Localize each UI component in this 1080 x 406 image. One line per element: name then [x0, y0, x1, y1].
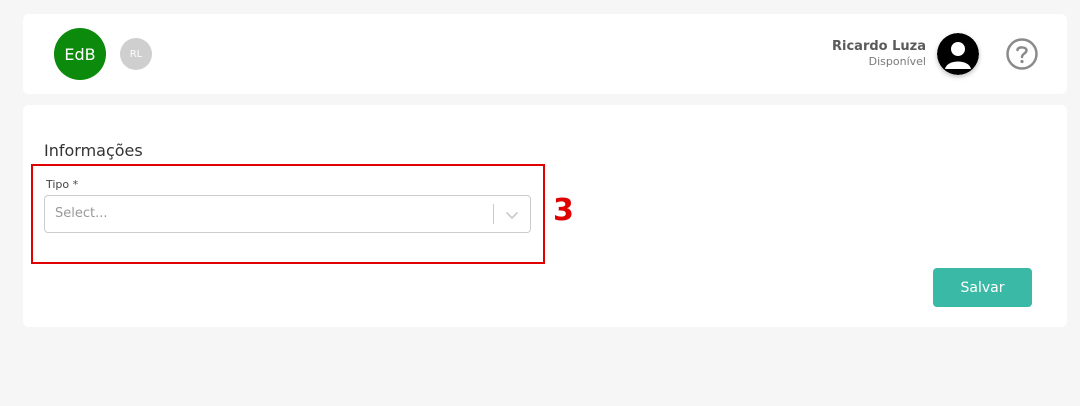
tipo-select-placeholder: Select... [55, 206, 108, 221]
workspace-avatar-label: EdB [64, 44, 96, 64]
user-initials-avatar[interactable]: RL [120, 38, 152, 70]
user-name: Ricardo Luza [832, 39, 926, 54]
annotation-number: 3 [553, 193, 574, 228]
section-title: Informações [44, 141, 143, 160]
save-button[interactable]: Salvar [933, 268, 1032, 307]
user-photo-icon[interactable] [937, 33, 979, 75]
select-separator [493, 204, 494, 224]
tipo-select[interactable]: Select... [44, 195, 531, 233]
top-header: EdB RL Ricardo Luza Disponível [23, 14, 1067, 94]
chevron-down-icon[interactable] [503, 206, 521, 224]
user-info[interactable]: Ricardo Luza Disponível [832, 39, 926, 69]
form-card: Informações 3 Tipo * Select... Salvar [23, 105, 1067, 327]
tipo-field-label: Tipo * [46, 178, 79, 191]
user-status: Disponível [868, 55, 926, 68]
help-question-icon[interactable] [1005, 37, 1039, 71]
user-initials-label: RL [129, 48, 143, 60]
workspace-avatar[interactable]: EdB [54, 28, 106, 80]
